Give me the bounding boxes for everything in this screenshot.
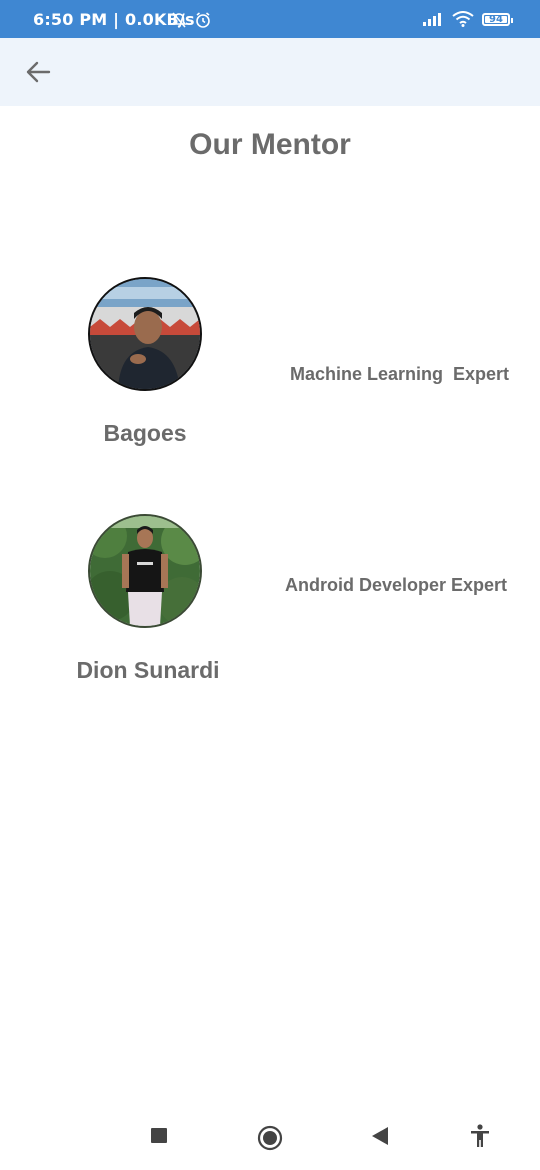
battery-cap [511, 17, 513, 23]
mentor-photo [90, 516, 200, 626]
system-navigation-bar [0, 1106, 540, 1170]
mentor-photo [90, 279, 200, 389]
mentor-avatar[interactable] [88, 277, 202, 391]
mentor-role: Machine Learning Expert [290, 364, 510, 384]
mentor-role: Android Developer Expert [285, 575, 508, 595]
home-circle-icon[interactable] [257, 1125, 283, 1151]
status-bar: 6:50 PM | 0.0KB/s 94 [0, 0, 540, 38]
arrow-left-icon [26, 61, 51, 83]
mentor-avatar[interactable] [88, 514, 202, 628]
signal-icon [423, 13, 441, 26]
back-button[interactable] [18, 52, 58, 92]
mentor-name: Bagoes [103, 420, 187, 446]
recents-square-icon[interactable] [150, 1126, 168, 1144]
alarm-off-icon [171, 12, 187, 28]
mentor-name: Dion Sunardi [76, 657, 220, 683]
status-system-icons: 94 [422, 11, 513, 27]
accessibility-icon[interactable] [470, 1124, 490, 1148]
status-notification-icons [170, 11, 212, 29]
alarm-clock-icon [196, 12, 210, 28]
back-triangle-icon[interactable] [371, 1126, 389, 1146]
page-title: Our Mentor [189, 128, 351, 161]
battery-level: 94 [485, 14, 507, 25]
battery-icon: 94 [482, 12, 513, 26]
app-bar [0, 38, 540, 106]
wifi-icon [452, 11, 474, 27]
